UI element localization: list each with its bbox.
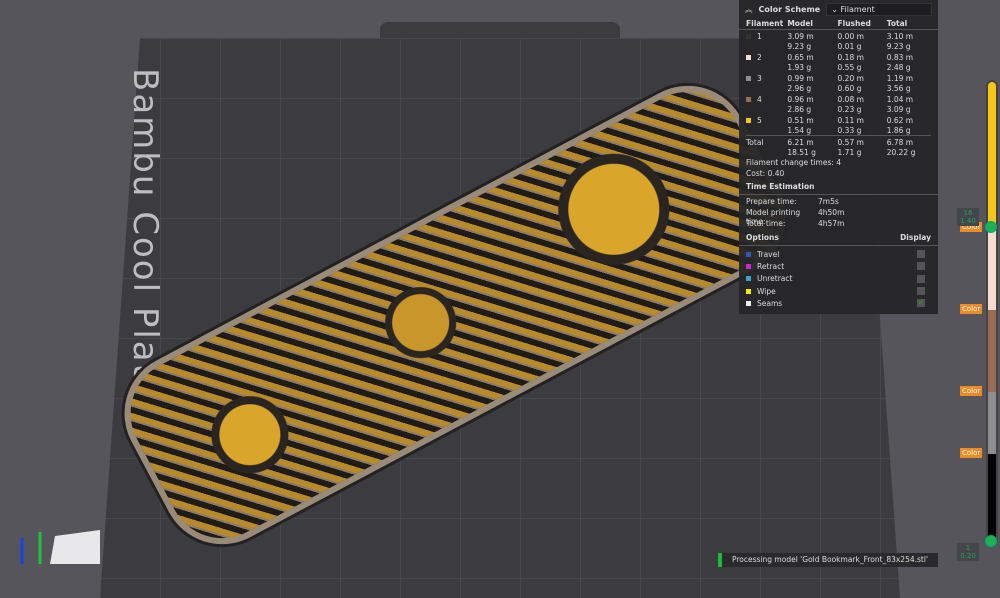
collapse-icon[interactable]: ︽ bbox=[745, 4, 753, 15]
options-header: Options Display bbox=[739, 230, 938, 246]
table-header: Filament Model Flushed Total bbox=[739, 18, 938, 30]
option-wipe: Wipe bbox=[739, 285, 938, 297]
upper-layer-handle[interactable] bbox=[985, 221, 997, 233]
legend-color-icon bbox=[746, 288, 751, 294]
option-seams: Seams ✓ bbox=[739, 297, 938, 309]
cost: Cost: 0.40 bbox=[746, 169, 785, 178]
filament-swatch-icon bbox=[746, 118, 751, 123]
option-travel: Travel bbox=[739, 248, 938, 260]
color-change-marker[interactable]: Color bbox=[960, 304, 983, 314]
option-retract: Retract bbox=[739, 260, 938, 272]
panel-title: Color Scheme bbox=[758, 4, 821, 14]
color-change-marker[interactable]: Color bbox=[960, 386, 983, 396]
filament-row: 1 3.09 m 9.23 g 0.00 m 0.01 g 3.10 m 9.23 g bbox=[739, 30, 938, 51]
filament-row: 4 0.96 m 2.86 g 0.08 m 0.23 g 1.04 m 3.09 g bbox=[739, 93, 938, 114]
filament-row: 3 0.99 m 2.96 g 0.20 m 0.60 g 1.19 m 3.56 g bbox=[739, 72, 938, 93]
time-row: Model printing time: 4h50m bbox=[746, 208, 845, 226]
filament-swatch-icon bbox=[746, 34, 751, 39]
display-checkbox[interactable] bbox=[917, 274, 925, 283]
lower-layer-handle[interactable] bbox=[985, 535, 997, 547]
filament-swatch-icon bbox=[746, 97, 751, 102]
axis-gizmo bbox=[20, 530, 100, 564]
display-checkbox[interactable] bbox=[917, 250, 925, 259]
legend-panel: ︽ Color Scheme ⌄ Filament Filament Model F… bbox=[739, 0, 938, 314]
filament-swatch-icon bbox=[746, 76, 751, 81]
legend-color-icon bbox=[746, 251, 751, 257]
option-unretract: Unretract bbox=[739, 273, 938, 285]
filament-row: 5 0.51 m 1.54 g 0.11 m 0.33 g 0.62 m 1.86 g bbox=[739, 114, 938, 135]
legend-color-icon bbox=[746, 300, 751, 306]
layer-slider[interactable] bbox=[986, 80, 998, 544]
time-row: Total time: 4h57m bbox=[746, 219, 845, 228]
plate-label: Bambu Cool Plate bbox=[125, 68, 165, 402]
color-change-marker[interactable]: Color bbox=[960, 448, 983, 458]
display-checkbox[interactable]: ✓ bbox=[917, 299, 925, 308]
legend-color-icon bbox=[746, 276, 751, 282]
upper-layer-label: 16 1.40 bbox=[957, 208, 979, 226]
display-checkbox[interactable] bbox=[917, 262, 925, 271]
legend-color-icon bbox=[746, 263, 751, 269]
filament-swatch-icon bbox=[746, 55, 751, 60]
lower-layer-label: 1 0.20 bbox=[957, 543, 979, 561]
status-notification: Processing model 'Gold Bookmark_Front_83… bbox=[718, 553, 938, 567]
filament-change-times: Filament change times: 4 bbox=[746, 158, 842, 167]
total-row: Total 6.21 m 18.51 g 0.57 m 1.71 g 6.78 m2… bbox=[746, 138, 916, 157]
time-row: Prepare time: 7m5s bbox=[746, 197, 839, 206]
color-scheme-select[interactable]: ⌄ Filament bbox=[826, 2, 932, 16]
time-estimation-title: Time Estimation bbox=[739, 179, 938, 195]
filament-row: 2 0.65 m 1.93 g 0.18 m 0.55 g 0.83 m 2.48 g bbox=[739, 51, 938, 72]
display-checkbox[interactable] bbox=[917, 287, 925, 296]
